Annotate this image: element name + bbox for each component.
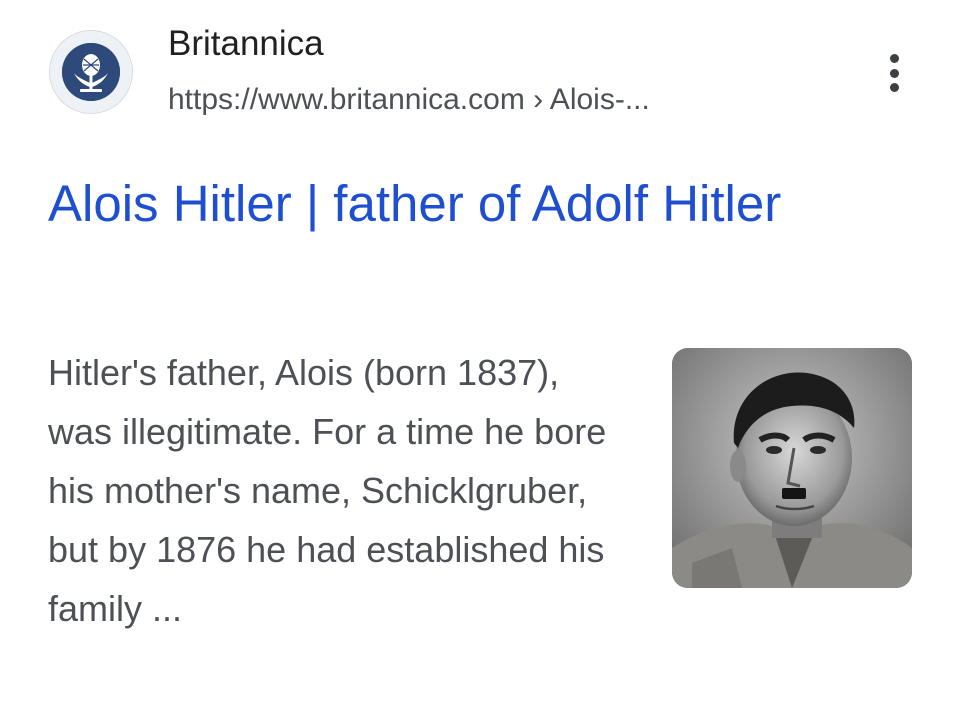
site-name[interactable]: Britannica [168,22,324,66]
result-snippet: Hitler's father, Alois (born 1837), was … [48,352,607,629]
britannica-thistle-icon [62,43,120,101]
search-result-card: Britannica https://www.britannica.com › … [0,0,960,712]
portrait-photo-thumbnail[interactable] [672,348,912,588]
menu-dot [889,68,899,78]
menu-dot [889,83,899,92]
menu-dot [889,54,899,63]
site-favicon [49,30,133,114]
result-title-link[interactable]: Alois Hitler | father of Adolf Hitler [48,165,848,243]
more-vert-icon[interactable] [872,50,916,96]
site-url-breadcrumb[interactable]: https://www.britannica.com › Alois-... [168,80,650,120]
